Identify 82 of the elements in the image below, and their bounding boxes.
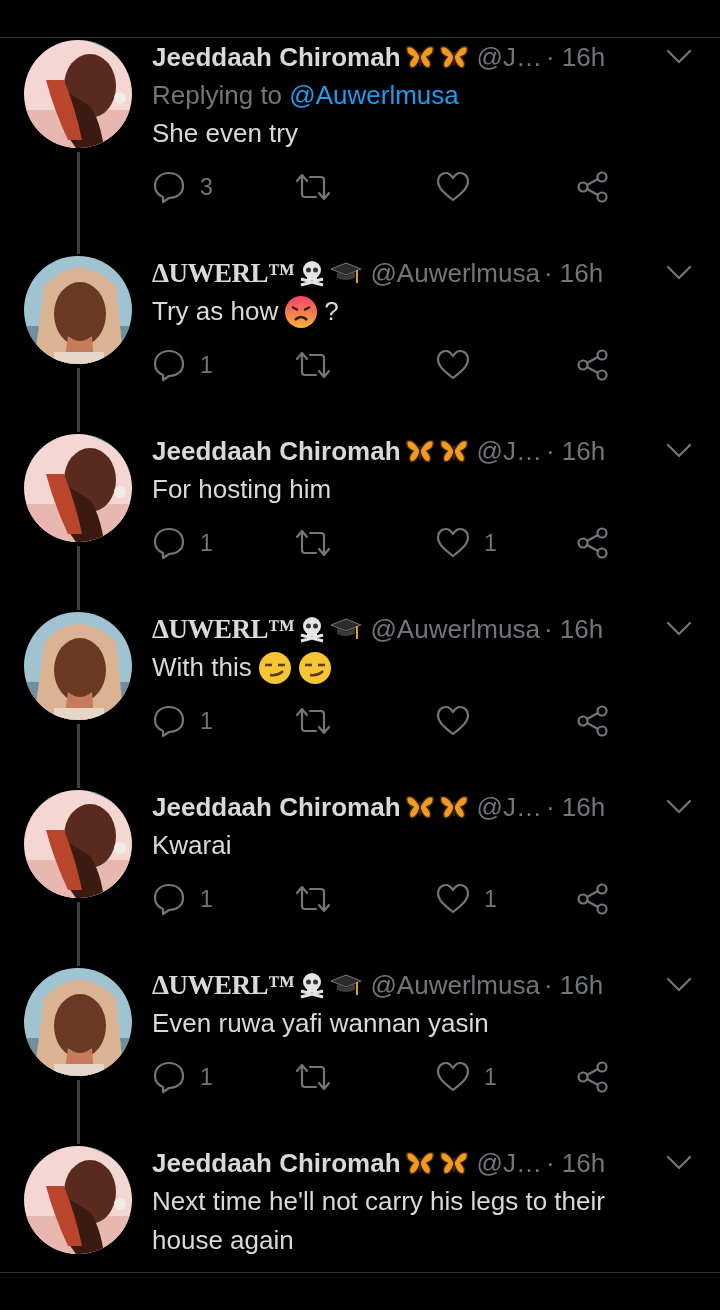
butterfly-icon [404,1150,435,1176]
timestamp: · 16h [545,41,606,73]
chevron-down-icon[interactable] [666,799,692,815]
smirking-face-icon [257,650,292,685]
user-handle[interactable]: @Auwerlmusa [370,257,540,289]
display-name[interactable]: ΔUWERL™ [152,257,295,289]
heart-icon[interactable] [436,349,470,381]
tweet-text: ? [324,295,339,328]
display-name[interactable]: Jeeddaah Chiromah [152,1147,401,1179]
display-name[interactable]: ΔUWERL™ [152,969,295,1001]
user-handle[interactable]: @Auwerlmusa [370,969,540,1001]
retweet-icon[interactable] [294,706,332,736]
reply-icon[interactable] [152,526,186,560]
display-name[interactable]: Jeeddaah Chiromah [152,791,401,823]
butterfly-icon [438,438,469,464]
retweet-icon[interactable] [294,172,332,202]
display-name[interactable]: Jeeddaah Chiromah [152,435,401,467]
reply-count: 1 [200,1063,213,1091]
reply-count: 1 [200,351,213,379]
share-icon[interactable] [576,882,610,916]
user-handle[interactable]: @J… [476,41,542,73]
like-count: 1 [484,885,497,913]
user-handle[interactable]: @J… [476,1147,542,1179]
butterfly-icon [404,44,435,70]
tweet-text: Kwarai [152,829,232,862]
replying-to-text: Replying to @Auwerlmusa [152,79,460,112]
reply-icon[interactable] [152,170,186,204]
butterfly-icon [404,438,435,464]
chevron-down-icon[interactable] [666,265,692,281]
tweet-text: She even try [152,117,298,150]
retweet-icon[interactable] [294,350,332,380]
timestamp: · 16h [543,969,604,1001]
tweet-text: Try as how [152,295,279,328]
timestamp: · 16h [545,435,606,467]
tweet-text: Next time he'll not carry his legs to their house again [152,1185,606,1257]
chevron-down-icon[interactable] [666,49,692,65]
reply-count: 3 [200,173,213,201]
like-count: 1 [484,1063,497,1091]
reply-count: 1 [200,707,213,735]
like-count: 1 [484,529,497,557]
reply-icon[interactable] [152,1060,186,1094]
reply-count: 1 [200,529,213,557]
chevron-down-icon[interactable] [666,621,692,637]
butterfly-icon [438,44,469,70]
heart-icon[interactable] [436,705,470,737]
timestamp: · 16h [545,1147,606,1179]
chevron-down-icon[interactable] [666,1155,692,1171]
user-handle[interactable]: @J… [476,435,542,467]
share-icon[interactable] [576,526,610,560]
timestamp: · 16h [543,613,604,645]
smirking-face-icon [297,650,332,685]
share-icon[interactable] [576,1060,610,1094]
butterfly-icon [404,794,435,820]
retweet-icon[interactable] [294,1062,332,1092]
tweet-text: For hosting him [152,473,332,506]
heart-icon[interactable] [436,171,470,203]
heart-icon[interactable] [436,1061,470,1093]
reply-icon[interactable] [152,348,186,382]
reply-icon[interactable] [152,882,186,916]
share-icon[interactable] [576,704,610,738]
timestamp: · 16h [543,257,604,289]
angry-face-icon [284,294,319,329]
reply-count: 1 [200,885,213,913]
heart-icon[interactable] [436,527,470,559]
reply-icon[interactable] [152,704,186,738]
heart-icon[interactable] [436,883,470,915]
retweet-icon[interactable] [294,528,332,558]
tweet-text: Even ruwa yafi wannan yasin [152,1007,489,1040]
display-name[interactable]: Jeeddaah Chiromah [152,41,401,73]
tweet-text: With this [152,651,252,684]
share-icon[interactable] [576,170,610,204]
retweet-icon[interactable] [294,884,332,914]
chevron-down-icon[interactable] [666,443,692,459]
timestamp: · 16h [545,791,606,823]
butterfly-icon [438,1150,469,1176]
display-name[interactable]: ΔUWERL™ [152,613,295,645]
butterfly-icon [438,794,469,820]
mention-link[interactable]: @Auwerlmusa [289,80,459,110]
user-handle[interactable]: @Auwerlmusa [370,613,540,645]
user-handle[interactable]: @J… [476,791,542,823]
chevron-down-icon[interactable] [666,977,692,993]
share-icon[interactable] [576,348,610,382]
